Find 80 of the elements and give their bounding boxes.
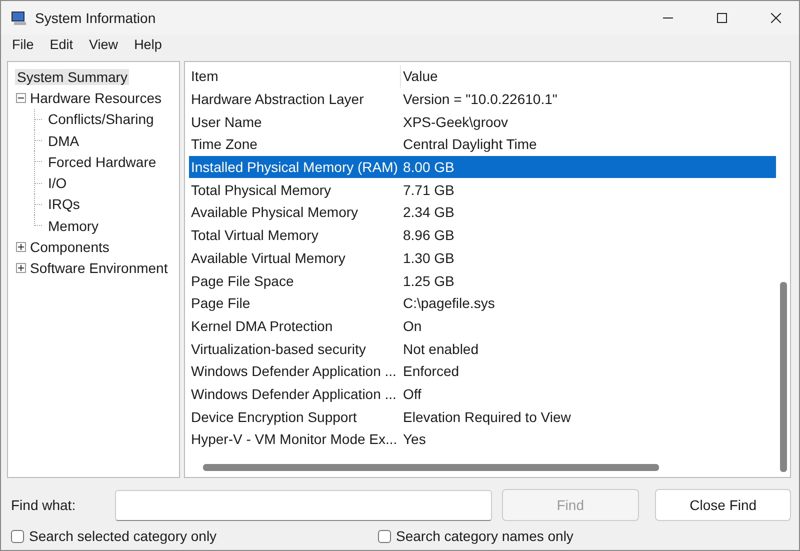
item-cell-text: Windows Defender Application ... — [190, 363, 398, 380]
value-cell-text: 1.25 GB — [402, 272, 454, 289]
value-cell-text: C:\pagefile.sys — [402, 295, 495, 312]
tree-item[interactable]: Software Environment — [28, 260, 170, 276]
list-row[interactable]: Available Virtual Memory 1.30 GB — [189, 246, 776, 270]
tree-item[interactable]: Hardware Resources — [28, 90, 164, 106]
item-cell-text: Total Virtual Memory — [190, 227, 320, 244]
menu-item[interactable]: File — [5, 35, 41, 57]
item-cell-text: Virtualization-based security — [190, 340, 367, 357]
tree-item[interactable]: Memory — [46, 218, 101, 234]
maximize-icon — [717, 13, 727, 23]
menu-item[interactable]: Edit — [42, 35, 80, 57]
close-find-button[interactable]: Close Find — [655, 489, 791, 521]
value-cell-text: Elevation Required to View — [402, 408, 571, 425]
find-label: Find what: — [11, 497, 77, 513]
checkbox-label: Search selected category only — [29, 528, 217, 544]
window-title: System Information — [35, 10, 157, 26]
list-row[interactable]: Available Physical Memory 2.34 GB — [189, 201, 776, 224]
item-cell-text: Available Physical Memory — [190, 204, 360, 220]
item-cell-text: Hardware Abstraction Layer — [190, 91, 365, 108]
expand-icon[interactable] — [16, 263, 26, 274]
value-cell-text: Central Daylight Time — [402, 136, 537, 152]
tree-item[interactable]: I/O — [46, 175, 69, 192]
value-cell-text: 7.71 GB — [402, 182, 454, 198]
item-cell-text: Hyper-V - VM Monitor Mode Ex... — [190, 431, 398, 448]
list-row[interactable]: Time Zone Central Daylight Time — [189, 133, 776, 156]
value-cell-text: 2.34 GB — [402, 204, 454, 220]
tree-item[interactable]: Conflicts/Sharing — [46, 111, 156, 128]
checkbox[interactable] — [378, 530, 391, 542]
value-cell-text: Not enabled — [402, 340, 479, 357]
item-cell-text: Windows Defender Application ... — [190, 386, 398, 402]
menu-item[interactable]: View — [82, 35, 126, 57]
value-cell-text: Off — [402, 386, 422, 402]
tree-item[interactable]: IRQs — [46, 196, 82, 212]
item-cell-text: Page File — [190, 295, 252, 312]
tree-item[interactable]: Forced Hardware — [46, 154, 158, 170]
checkbox[interactable] — [11, 530, 24, 542]
tree-item[interactable]: System Summary — [15, 68, 130, 85]
tree-item[interactable]: DMA — [46, 132, 82, 149]
item-cell-text: Available Virtual Memory — [190, 250, 346, 266]
tree-item[interactable]: Components — [28, 239, 112, 256]
list-row[interactable]: User Name XPS-Geek\groov — [189, 110, 776, 134]
computer-icon — [11, 10, 27, 26]
list-row[interactable]: Hardware Abstraction Layer Version = "10.0.22610.1" — [189, 88, 776, 110]
item-cell-text: Total Physical Memory — [190, 182, 332, 198]
column-header[interactable]: Value — [401, 65, 776, 88]
value-cell-text: 8.00 GB — [402, 159, 454, 176]
list-row[interactable]: Kernel DMA Protection On — [189, 314, 776, 338]
list-row[interactable]: Page File Space 1.25 GB — [189, 269, 776, 292]
list-row[interactable]: Installed Physical Memory (RAM) 8.00 GB — [189, 156, 776, 178]
value-cell-text: Enforced — [402, 363, 460, 380]
value-cell-text: On — [402, 318, 422, 334]
horizontal-scrollbar[interactable] — [203, 464, 659, 471]
value-cell-text: XPS-Geek\groov — [402, 114, 508, 130]
list-row[interactable]: Windows Defender Application ... Off — [189, 382, 776, 406]
value-cell-text: 8.96 GB — [402, 227, 454, 244]
find-field[interactable] — [115, 490, 492, 520]
item-cell-text: Installed Physical Memory (RAM) — [190, 159, 399, 176]
item-cell-text: Page File Space — [190, 272, 295, 289]
value-cell-text: Yes — [402, 431, 426, 448]
item-cell-text: Time Zone — [190, 136, 258, 152]
column-header[interactable]: Item — [189, 65, 401, 88]
list-row[interactable]: Device Encryption Support Elevation Required to View — [189, 405, 776, 428]
menu-item[interactable]: Help — [127, 35, 169, 57]
value-cell-text: Version = "10.0.22610.1" — [402, 91, 558, 108]
list-row[interactable]: Virtualization-based security Not enabled — [189, 337, 776, 360]
collapse-icon[interactable] — [16, 92, 26, 103]
close-icon — [771, 13, 781, 23]
list-row[interactable]: Hyper-V - VM Monitor Mode Ex... Yes — [189, 428, 776, 451]
list-row[interactable]: Total Physical Memory 7.71 GB — [189, 178, 776, 202]
item-cell-text: User Name — [190, 114, 263, 130]
list-row[interactable]: Page File C:\pagefile.sys — [189, 292, 776, 315]
checkbox-label: Search category names only — [396, 528, 574, 544]
expand-icon[interactable] — [16, 242, 26, 252]
list-row[interactable]: Total Virtual Memory 8.96 GB — [189, 224, 776, 246]
list-row[interactable]: Windows Defender Application ... Enforced — [189, 360, 776, 383]
item-cell-text: Kernel DMA Protection — [190, 318, 334, 334]
vertical-scrollbar[interactable] — [780, 282, 787, 472]
item-cell-text: Device Encryption Support — [190, 408, 358, 425]
value-cell-text: 1.30 GB — [402, 250, 454, 266]
